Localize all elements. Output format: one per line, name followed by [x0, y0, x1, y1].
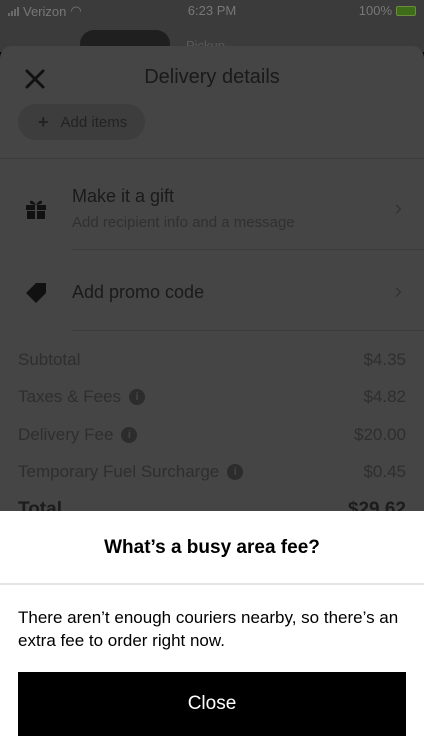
modal-divider: [0, 583, 424, 585]
fuel-surcharge-value: $0.45: [363, 462, 406, 481]
modal-body-text: There aren’t enough couriers nearby, so …: [18, 608, 399, 650]
taxes-fees-label: Taxes & Fees: [18, 387, 121, 406]
divider: [72, 330, 424, 331]
chevron-right-icon: ›: [394, 195, 402, 220]
gift-icon: [26, 200, 46, 219]
chevron-right-icon: ›: [394, 278, 402, 303]
gift-title: Make it a gift: [72, 186, 175, 206]
info-icon[interactable]: i: [121, 427, 138, 443]
subtotal-value: $4.35: [363, 350, 406, 369]
delivery-fee-line: Delivery Fee i $20.00: [18, 425, 406, 445]
fuel-surcharge-label: Temporary Fuel Surcharge: [18, 462, 220, 481]
delivery-details-sheet: Delivery details + Add items Make it a g…: [0, 46, 424, 526]
status-bar: Verizon ◠ 6:23 PM 100%: [0, 0, 424, 22]
info-icon[interactable]: i: [129, 389, 145, 405]
delivery-fee-value: $20.00: [354, 425, 406, 444]
taxes-fees-value: $4.82: [363, 387, 406, 406]
add-items-button[interactable]: + Add items: [18, 104, 146, 140]
battery-icon: [396, 5, 416, 16]
taxes-fees-line: Taxes & Fees i $4.82: [18, 387, 406, 407]
delivery-fee-label: Delivery Fee: [18, 425, 114, 444]
sheet-title: Delivery details: [144, 66, 280, 88]
battery-percent: 100%: [358, 3, 392, 18]
promo-title: Add promo code: [72, 282, 205, 302]
close-button[interactable]: Close: [18, 672, 406, 736]
subtotal-label: Subtotal: [18, 350, 81, 369]
fuel-surcharge-line: Temporary Fuel Surcharge i $0.45: [18, 462, 406, 482]
gift-row[interactable]: Make it a gift Add recipient info and a …: [0, 159, 424, 249]
sheet-header: Delivery details: [0, 46, 424, 106]
tag-icon: [26, 283, 46, 303]
gift-subtitle: Add recipient info and a message: [72, 214, 295, 231]
info-icon[interactable]: i: [227, 464, 244, 480]
modal-title: What’s a busy area fee?: [104, 537, 320, 558]
busy-fee-modal: What’s a busy area fee? There aren’t eno…: [0, 511, 424, 754]
subtotal-line: Subtotal $4.35: [18, 350, 406, 370]
plus-icon: +: [38, 111, 49, 132]
promo-row[interactable]: Add promo code ›: [0, 250, 424, 330]
add-items-label: Add items: [60, 113, 128, 131]
battery-group: 100%: [359, 3, 416, 18]
